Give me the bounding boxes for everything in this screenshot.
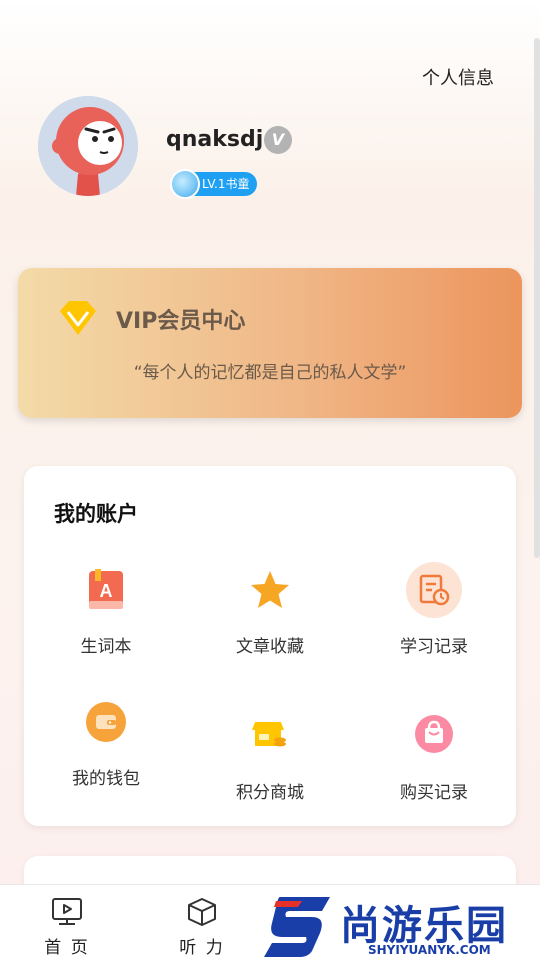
nav-item-home[interactable]: 首 页 [32, 897, 102, 958]
points-store-icon [242, 706, 298, 762]
box-listening-icon [188, 898, 216, 926]
scrollbar[interactable] [534, 38, 540, 558]
nav-home-label: 首 页 [44, 938, 90, 958]
points-store-item[interactable]: 积分商城 [190, 706, 350, 803]
purchase-record-item[interactable]: 购买记录 [354, 706, 514, 803]
study-record-label: 学习记录 [400, 637, 468, 657]
avatar-character-icon [38, 96, 138, 196]
article-favorites-item[interactable]: 文章收藏 [190, 562, 350, 657]
level-globe-icon [170, 169, 200, 199]
svg-text:A: A [100, 581, 113, 601]
video-home-icon [52, 898, 82, 925]
wallet-label: 我的钱包 [72, 769, 140, 789]
nav-listening-label: 听 力 [179, 938, 225, 958]
my-account-card: 我的账户 A 生词本 文章收藏 学习记录 我的钱包 积分商城 购买记录 [24, 466, 516, 826]
article-favorites-label: 文章收藏 [236, 637, 304, 657]
vip-quote: “每个人的记忆都是自己的私人文学” [133, 363, 407, 383]
shopping-bag-icon [406, 706, 462, 762]
star-icon [242, 562, 298, 618]
vip-center-card[interactable]: VIP会员中心 “每个人的记忆都是自己的私人文学” [18, 268, 522, 418]
vip-title: VIP会员中心 [116, 309, 246, 334]
watermark-logo-icon [264, 897, 330, 957]
level-badge-label: LV.1书童 [202, 177, 250, 191]
diamond-icon [60, 301, 96, 335]
profile-info-link[interactable]: 个人信息 [422, 64, 494, 90]
vocabulary-book-label: 生词本 [80, 637, 132, 657]
watermark: 尚游乐园 SHYIYUANYK.COM [260, 893, 540, 960]
verified-v-icon: V [264, 126, 292, 154]
vocabulary-book-icon: A [78, 562, 134, 618]
wallet-icon [86, 702, 126, 742]
wallet-item[interactable]: 我的钱包 [26, 702, 186, 789]
watermark-sub: SHYIYUANYK.COM [368, 943, 491, 957]
study-record-item[interactable]: 学习记录 [354, 562, 514, 657]
purchase-record-label: 购买记录 [400, 783, 468, 803]
study-record-icon [406, 562, 462, 618]
account-title: 我的账户 [54, 502, 138, 526]
username: qnaksdj [166, 127, 264, 152]
points-store-label: 积分商城 [236, 783, 304, 803]
level-badge: LV.1书童 [170, 169, 258, 199]
avatar[interactable] [38, 96, 138, 196]
nav-item-listening[interactable]: 听 力 [167, 897, 237, 958]
vocabulary-book-item[interactable]: A 生词本 [26, 562, 186, 657]
